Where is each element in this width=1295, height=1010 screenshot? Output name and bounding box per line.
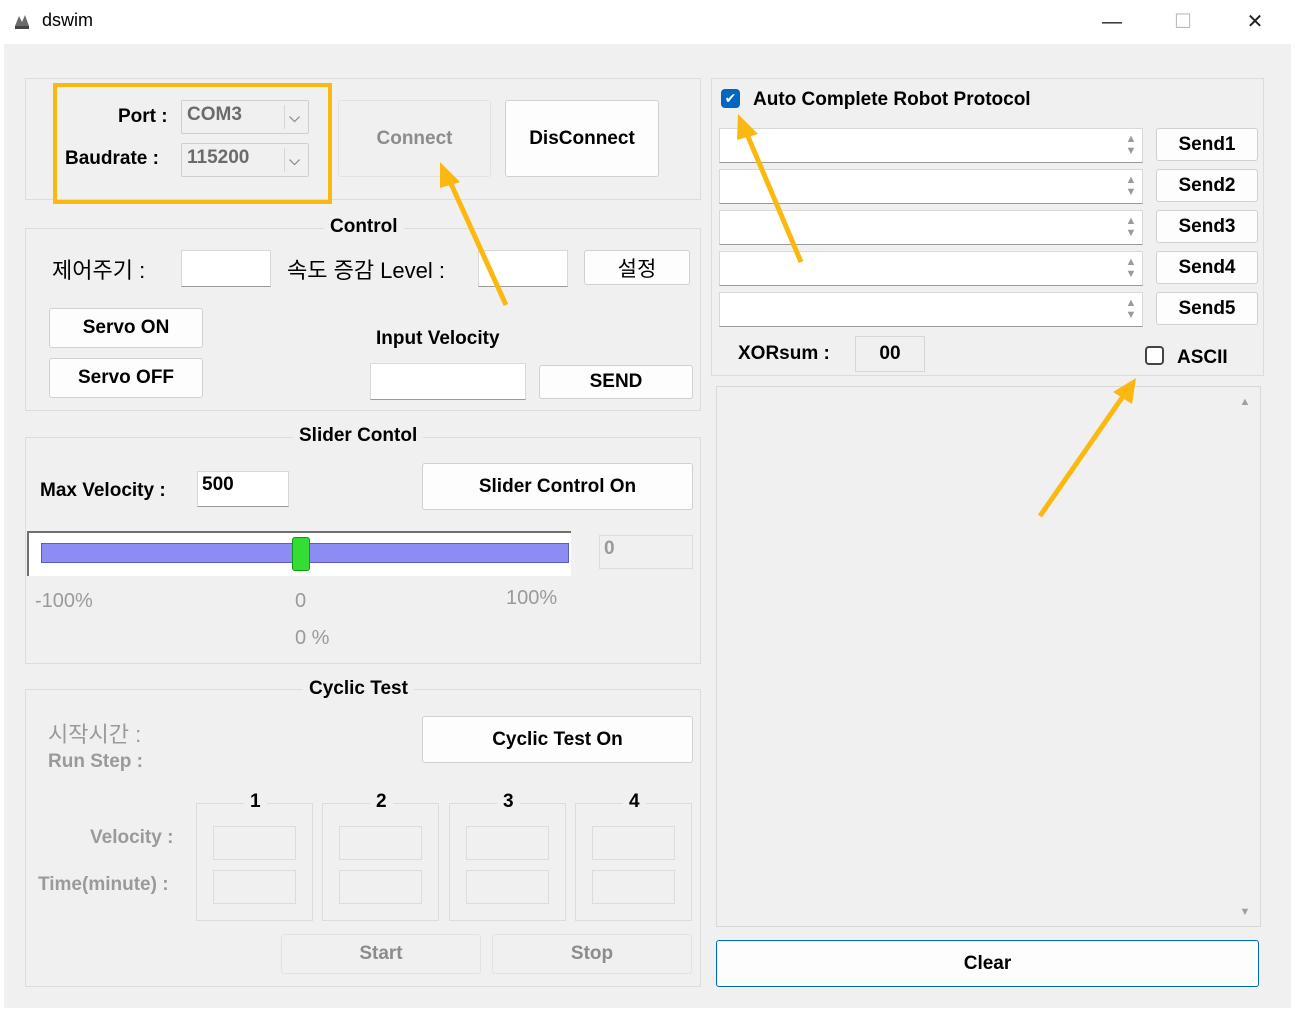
- slider-thumb[interactable]: [292, 537, 310, 571]
- run-step-label: Run Step :: [48, 751, 143, 772]
- velocity-label: Velocity :: [90, 827, 174, 848]
- cyclic-test-on-button[interactable]: Cyclic Test On: [422, 716, 693, 763]
- scroll-down-icon[interactable]: ▼: [1236, 906, 1254, 918]
- maximize-button[interactable]: ☐: [1168, 8, 1198, 36]
- send1-button[interactable]: Send1: [1156, 128, 1258, 161]
- period-label: 제어주기 :: [52, 258, 146, 283]
- slider-value-display: 0: [599, 535, 693, 569]
- slider-max-label: 100%: [506, 587, 558, 609]
- scrollbar[interactable]: ▲ ▼: [1236, 392, 1254, 922]
- spin-icon[interactable]: ▲ ▼: [1123, 133, 1139, 157]
- servo-off-button[interactable]: Servo OFF: [49, 358, 203, 398]
- spin-icon[interactable]: ▲ ▼: [1123, 297, 1139, 321]
- max-velocity-input[interactable]: 500: [197, 471, 289, 507]
- slider-group-title: Slider Contol: [293, 425, 424, 447]
- servo-on-button[interactable]: Servo ON: [49, 308, 203, 348]
- velocity-input-2[interactable]: [339, 826, 422, 860]
- log-output[interactable]: [716, 386, 1261, 927]
- ascii-label: ASCII: [1177, 347, 1228, 368]
- xorsum-value: 00: [855, 336, 925, 372]
- send5-button[interactable]: Send5: [1156, 292, 1258, 325]
- time-input-4[interactable]: [592, 870, 675, 904]
- app-icon: [15, 15, 29, 29]
- velocity-input-4[interactable]: [592, 826, 675, 860]
- stop-button[interactable]: Stop: [492, 934, 692, 974]
- time-input-3[interactable]: [466, 870, 549, 904]
- input-velocity-input[interactable]: [370, 363, 526, 400]
- max-velocity-label: Max Velocity :: [40, 480, 166, 501]
- auto-complete-label: Auto Complete Robot Protocol: [753, 89, 1031, 110]
- step-label-4: 4: [623, 791, 646, 813]
- speed-level-label: 속도 증감 Level :: [287, 258, 446, 283]
- send3-button[interactable]: Send3: [1156, 210, 1258, 243]
- disconnect-button[interactable]: DisConnect: [505, 100, 659, 177]
- speed-level-input[interactable]: [478, 250, 568, 287]
- slider-min-label: -100%: [35, 590, 93, 612]
- spin-icon[interactable]: ▲ ▼: [1123, 256, 1139, 280]
- protocol-input-2[interactable]: [719, 169, 1143, 204]
- period-input[interactable]: [181, 250, 271, 287]
- step-label-3: 3: [497, 791, 520, 813]
- clear-button[interactable]: Clear: [716, 940, 1259, 987]
- protocol-input-4[interactable]: [719, 251, 1143, 286]
- start-time-label: 시작시간 :: [48, 722, 142, 747]
- velocity-input-1[interactable]: [213, 826, 296, 860]
- slider-mid-label: 0: [295, 590, 307, 612]
- spin-icon[interactable]: ▲ ▼: [1123, 174, 1139, 198]
- send-button[interactable]: SEND: [539, 365, 693, 399]
- close-button[interactable]: ✕: [1240, 8, 1270, 36]
- connect-button[interactable]: Connect: [338, 100, 491, 177]
- step-label-2: 2: [370, 791, 393, 813]
- start-button[interactable]: Start: [281, 934, 481, 974]
- protocol-input-1[interactable]: [719, 128, 1143, 163]
- minimize-button[interactable]: —: [1097, 8, 1127, 36]
- cyclic-group-title: Cyclic Test: [303, 678, 414, 700]
- ascii-checkbox[interactable]: [1145, 346, 1164, 365]
- time-input-2[interactable]: [339, 870, 422, 904]
- slider-control-on-button[interactable]: Slider Control On: [422, 463, 693, 510]
- time-label: Time(minute) :: [38, 874, 169, 895]
- title-bar: dswim — ☐ ✕: [0, 0, 1295, 44]
- spin-icon[interactable]: ▲ ▼: [1123, 215, 1139, 239]
- control-group-title: Control: [324, 216, 404, 238]
- slider-percent-label: 0 %: [295, 627, 330, 649]
- time-input-1[interactable]: [213, 870, 296, 904]
- step-label-1: 1: [244, 791, 267, 813]
- input-velocity-label: Input Velocity: [376, 328, 500, 349]
- scroll-up-icon[interactable]: ▲: [1236, 396, 1254, 408]
- protocol-input-3[interactable]: [719, 210, 1143, 245]
- window-title: dswim: [42, 10, 94, 30]
- send2-button[interactable]: Send2: [1156, 169, 1258, 202]
- velocity-input-3[interactable]: [466, 826, 549, 860]
- send4-button[interactable]: Send4: [1156, 251, 1258, 284]
- highlight-box: [53, 83, 332, 204]
- auto-complete-checkbox[interactable]: ✔: [721, 89, 740, 108]
- protocol-input-5[interactable]: [719, 292, 1143, 327]
- xorsum-label: XORsum :: [738, 343, 830, 364]
- set-button[interactable]: 설정: [584, 250, 690, 285]
